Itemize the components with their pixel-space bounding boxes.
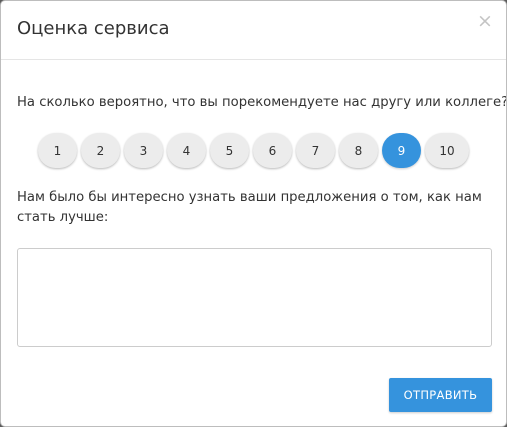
close-icon[interactable]: ×: [477, 10, 493, 32]
score-button-1[interactable]: 1: [38, 133, 77, 168]
score-button-3[interactable]: 3: [124, 133, 163, 168]
score-button-2[interactable]: 2: [81, 133, 120, 168]
dialog-title: Оценка сервиса: [17, 18, 170, 39]
recommend-question: На сколько вероятно, что вы порекомендуе…: [17, 95, 507, 110]
score-button-4[interactable]: 4: [167, 133, 206, 168]
rating-dialog: Оценка сервиса × На сколько вероятно, чт…: [0, 0, 507, 427]
score-button-9[interactable]: 9: [382, 133, 421, 168]
dialog-header: Оценка сервиса ×: [1, 1, 506, 60]
score-button-8[interactable]: 8: [339, 133, 378, 168]
submit-button[interactable]: ОТПРАВИТЬ: [389, 378, 492, 412]
score-button-7[interactable]: 7: [296, 133, 335, 168]
score-button-10[interactable]: 10: [425, 133, 469, 168]
suggestion-label: Нам было бы интересно узнать ваши предло…: [17, 190, 482, 225]
score-button-5[interactable]: 5: [210, 133, 249, 168]
score-button-6[interactable]: 6: [253, 133, 292, 168]
score-selector: 1 2 3 4 5 6 7 8 9 10: [38, 133, 469, 168]
feedback-textarea[interactable]: [17, 248, 492, 347]
